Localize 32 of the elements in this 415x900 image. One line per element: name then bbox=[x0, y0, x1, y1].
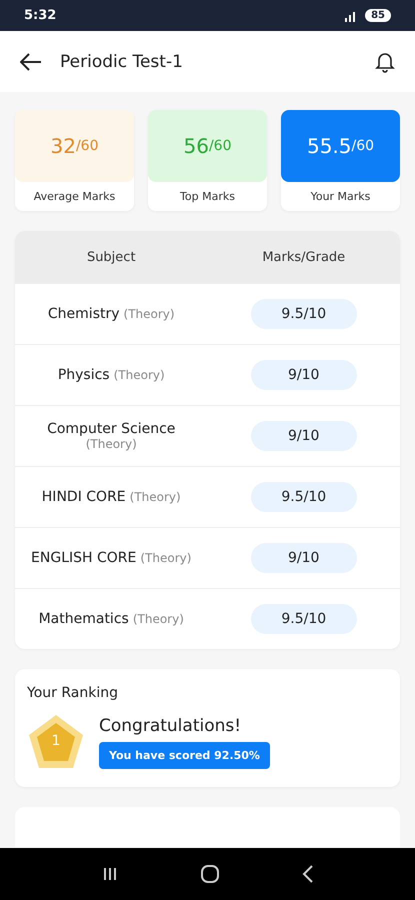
marks-pill: 9.5/10 bbox=[250, 482, 357, 512]
score-badge: You have scored 92.50% bbox=[99, 742, 270, 768]
stat-label: Average Marks bbox=[32, 189, 116, 205]
back-icon[interactable] bbox=[302, 865, 314, 883]
column-header: Marks/Grade bbox=[261, 250, 346, 264]
ranking-title: Your Ranking bbox=[27, 685, 119, 701]
subject-cell-text: Physics (Theory) bbox=[56, 367, 166, 383]
battery-level: 85 bbox=[365, 9, 391, 22]
column-header: Subject bbox=[86, 250, 137, 264]
recent-apps-icon[interactable] bbox=[102, 866, 118, 882]
stat-value: 56/60 bbox=[148, 110, 267, 182]
marks-pill: 9/10 bbox=[250, 360, 357, 390]
marks-pill: 9.5/10 bbox=[250, 604, 357, 634]
subject-cell-text: Chemistry (Theory) bbox=[46, 306, 176, 322]
bell-icon[interactable] bbox=[375, 50, 395, 72]
stat-value: 55.5/60 bbox=[281, 110, 400, 182]
marks-pill: 9/10 bbox=[250, 543, 357, 573]
page-title: Periodic Test-1 bbox=[60, 52, 184, 72]
congrats-heading: Congratulations! bbox=[99, 716, 242, 736]
back-arrow-icon[interactable] bbox=[20, 52, 42, 70]
subject-cell-text: Mathematics (Theory) bbox=[38, 611, 185, 627]
subject-cell-text: HINDI CORE (Theory) bbox=[40, 489, 182, 505]
subject-cell-text: ENGLISH CORE (Theory) bbox=[30, 550, 192, 566]
stat-label: Top Marks bbox=[179, 189, 236, 205]
marks-pill: 9.5/10 bbox=[250, 299, 357, 329]
stat-label: Your Marks bbox=[310, 189, 372, 205]
home-icon[interactable] bbox=[200, 865, 218, 883]
stat-value: 32/60 bbox=[15, 110, 134, 182]
marks-pill: 9/10 bbox=[250, 421, 357, 451]
status-time: 5:32 bbox=[24, 8, 56, 23]
subject-cell-text: Computer Science (Theory) bbox=[46, 421, 176, 451]
rank-medal: 1 bbox=[27, 713, 85, 771]
